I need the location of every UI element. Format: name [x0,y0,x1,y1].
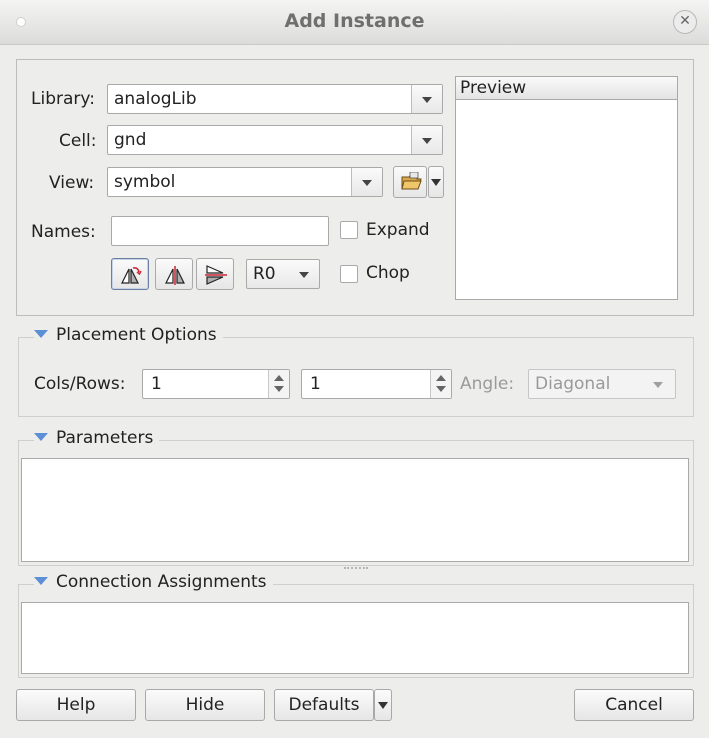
close-icon[interactable]: ✕ [673,10,697,34]
connection-assignments-title: Connection Assignments [56,572,267,592]
title-bar[interactable]: Add Instance ✕ [0,0,709,45]
browse-folder-icon [401,172,422,190]
browse-button[interactable] [393,166,427,198]
add-instance-dialog: Add Instance ✕ Library: analogLib Cell: … [0,0,709,738]
cols-spinbox[interactable]: 1 [142,369,290,399]
spin-arrows-icon[interactable] [430,370,451,398]
cols-value: 1 [151,374,162,394]
mirror-horizontal-icon [205,265,227,285]
chevron-down-icon [378,702,388,709]
names-input[interactable] [111,216,329,246]
connection-assignments-header[interactable]: Connection Assignments [34,572,273,592]
cancel-button[interactable]: Cancel [574,689,694,721]
view-value: symbol [114,172,176,192]
placement-options-header[interactable]: Placement Options [34,325,223,345]
preview-label: Preview [460,78,527,98]
preview-area [455,76,678,300]
angle-select: Diagonal [528,369,676,399]
chop-label[interactable]: Chop [366,263,410,283]
view-combo[interactable]: symbol [107,167,383,197]
rotation-select[interactable]: R0 [246,259,320,289]
library-value: analogLib [114,89,197,109]
defaults-button[interactable]: Defaults [274,689,374,721]
rotate-icon [121,267,142,284]
chevron-down-icon[interactable] [411,126,442,154]
window-title: Add Instance [284,10,425,32]
help-button[interactable]: Help [16,689,136,721]
expand-checkbox[interactable] [340,221,358,239]
spin-arrows-icon[interactable] [268,370,289,398]
mirror-horizontal-button[interactable] [196,258,234,290]
chop-checkbox[interactable] [340,265,358,283]
colsrows-label: Cols/Rows: [34,374,126,394]
chevron-down-icon [299,272,309,278]
parameters-area[interactable] [21,458,689,562]
cell-label: Cell: [59,131,97,151]
angle-label: Angle: [460,374,515,394]
defaults-menu-button[interactable] [374,689,392,721]
hide-button[interactable]: Hide [145,689,265,721]
cell-combo[interactable]: gnd [107,125,443,155]
cell-value: gnd [114,130,147,150]
placement-options-title: Placement Options [56,325,217,345]
browse-menu-button[interactable] [428,166,444,198]
library-combo[interactable]: analogLib [107,84,443,114]
rotate-button[interactable] [111,258,149,290]
parameters-header[interactable]: Parameters [34,428,160,448]
splitter-handle[interactable] [344,567,368,571]
names-label: Names: [31,222,96,242]
collapse-triangle-icon[interactable] [34,330,48,338]
chevron-down-icon[interactable] [411,85,442,113]
rows-value: 1 [310,374,321,394]
collapse-triangle-icon[interactable] [34,577,48,585]
parameters-title: Parameters [56,428,154,448]
mirror-vertical-icon [165,266,185,285]
expand-label[interactable]: Expand [366,220,430,240]
chevron-down-icon [431,179,441,186]
library-label: Library: [31,89,95,109]
angle-value: Diagonal [535,374,611,394]
view-label: View: [49,173,95,193]
mirror-vertical-button[interactable] [155,258,193,290]
chevron-down-icon [653,382,663,388]
rotation-value: R0 [253,264,276,284]
preview-header: Preview [455,76,678,100]
rows-spinbox[interactable]: 1 [301,369,452,399]
connection-assignments-area[interactable] [21,602,689,674]
chevron-down-icon[interactable] [351,168,382,196]
collapse-triangle-icon[interactable] [34,433,48,441]
